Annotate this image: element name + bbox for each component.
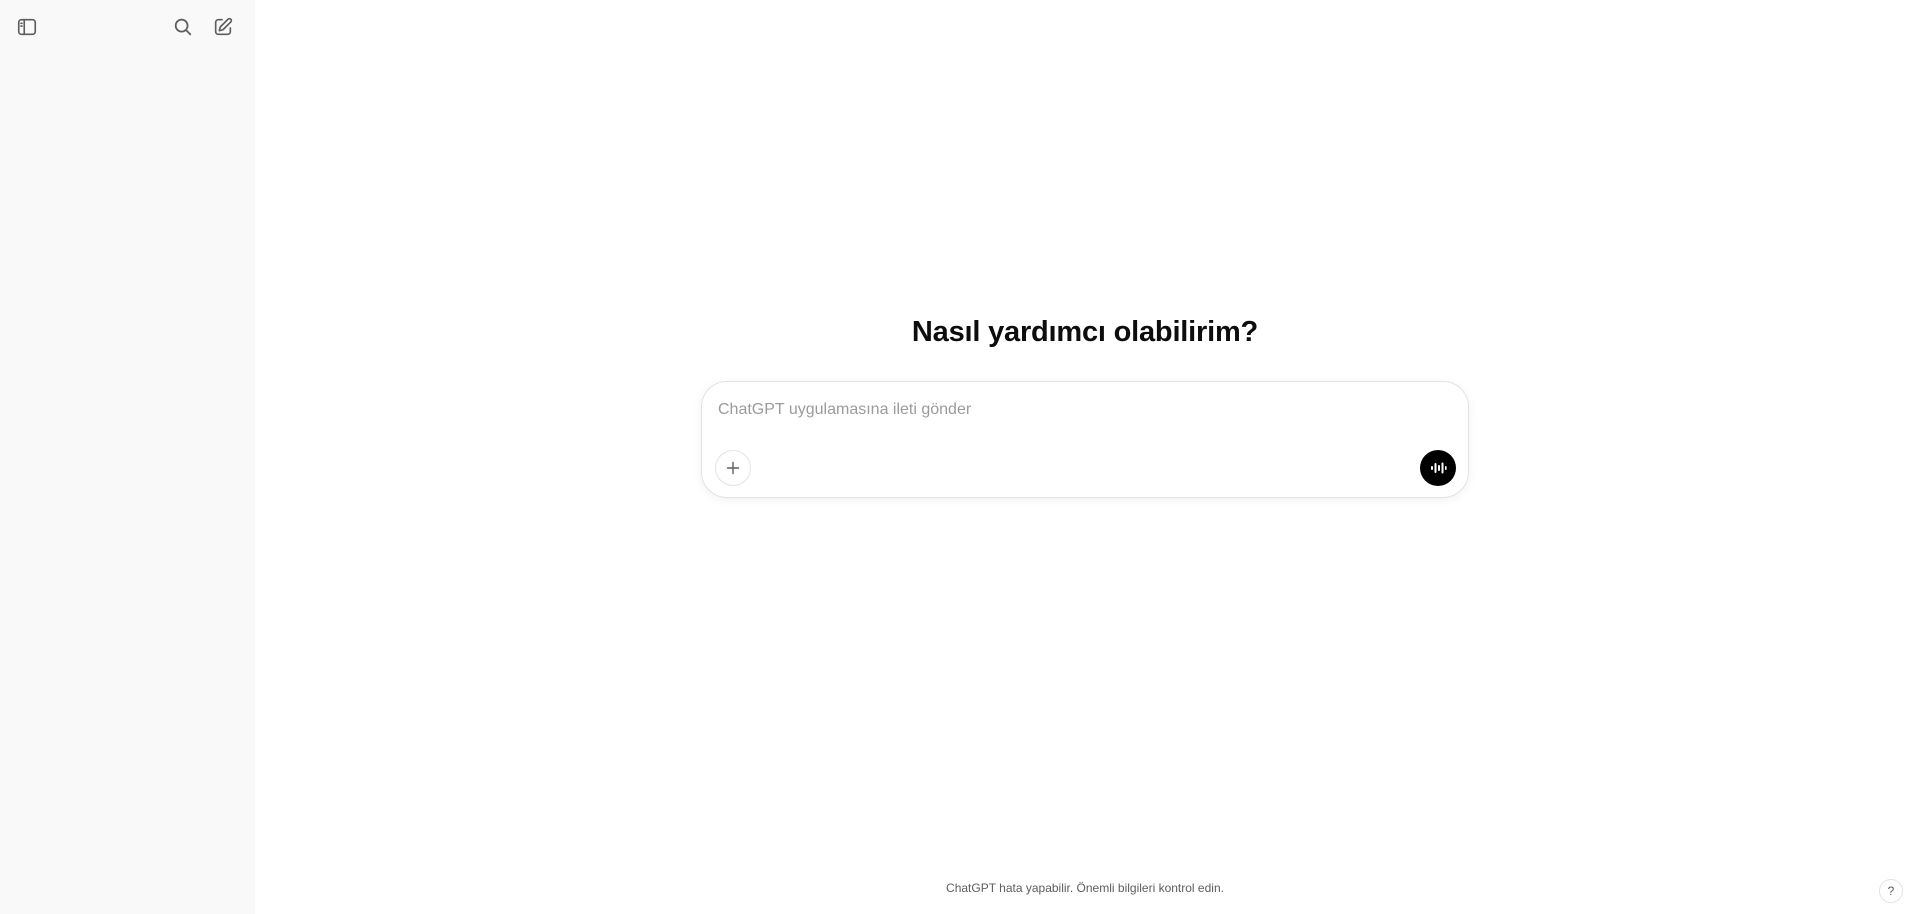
main-area: Nasıl yardımcı olabilirim? ChatGPT h <box>255 0 1915 914</box>
disclaimer-text: ChatGPT hata yapabilir. Önemli bilgileri… <box>946 881 1224 895</box>
sidebar <box>0 0 255 914</box>
new-chat-icon[interactable] <box>206 10 240 44</box>
message-input[interactable] <box>718 396 1418 424</box>
message-composer <box>701 381 1469 498</box>
help-button[interactable]: ? <box>1879 879 1903 903</box>
app-window: Nasıl yardımcı olabilirim? ChatGPT h <box>0 0 1915 914</box>
voice-mode-button[interactable] <box>1420 450 1456 486</box>
sidebar-toggle-icon[interactable] <box>10 10 44 44</box>
attach-button[interactable] <box>715 450 751 486</box>
page-title: Nasıl yardımcı olabilirim? <box>911 316 1259 348</box>
search-icon[interactable] <box>166 10 200 44</box>
plus-icon <box>726 461 740 475</box>
voice-mode-icon <box>1431 462 1447 474</box>
